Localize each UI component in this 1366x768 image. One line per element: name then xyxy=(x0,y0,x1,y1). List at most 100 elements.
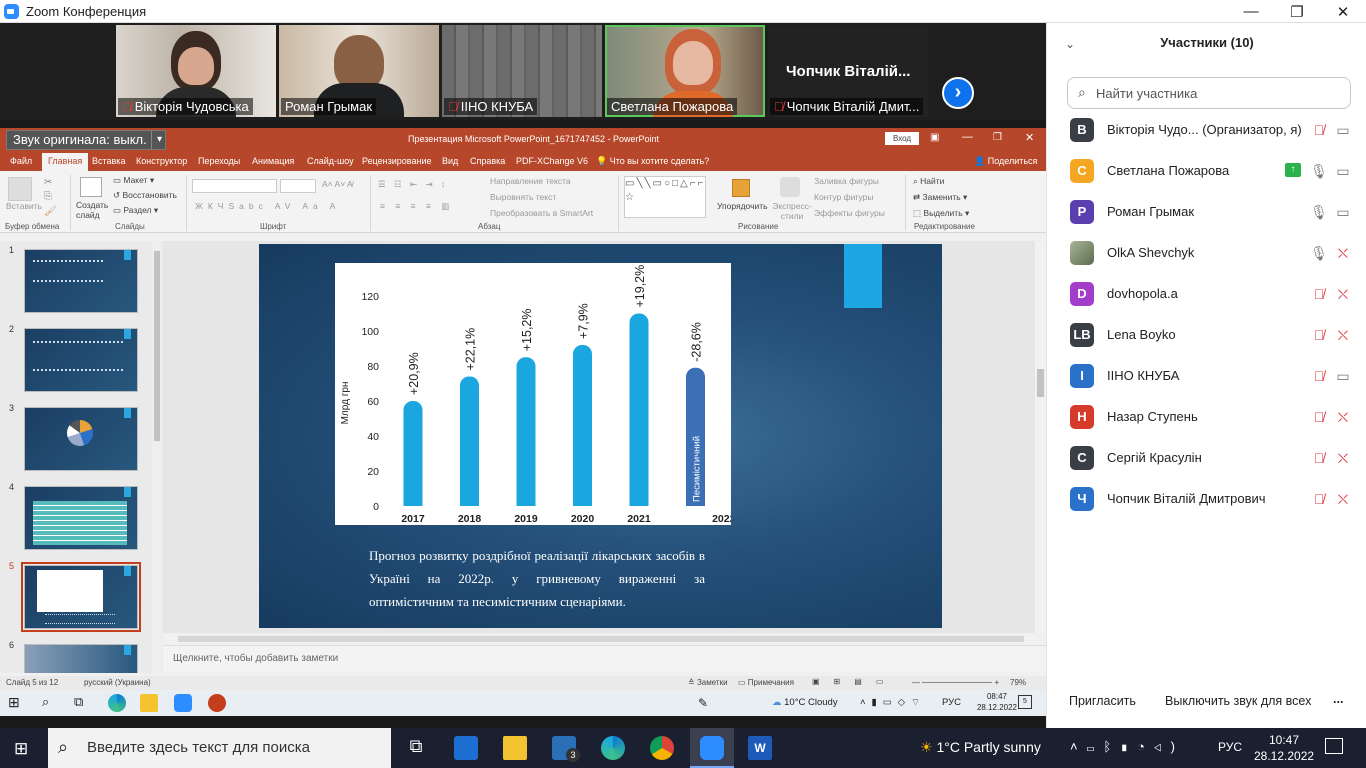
ppt-minimize-button[interactable]: — xyxy=(962,131,973,143)
find-button[interactable]: ⌕ Найти xyxy=(913,176,944,187)
mic-muted-icon[interactable]: 🎙̸ xyxy=(1309,407,1329,427)
participant-row[interactable]: Ч Чопчик Віталій Дмитрович 🎙̸ ⛌ xyxy=(1047,479,1366,520)
participant-row[interactable]: В Вікторія Чудо... (Организатор, я) 🎙̸ ▭ xyxy=(1047,110,1366,151)
slide-thumbnail[interactable] xyxy=(24,407,138,471)
camera-off-icon[interactable]: ⛌ xyxy=(1333,489,1353,509)
share-button[interactable]: 👤 Поделиться xyxy=(974,156,1037,167)
font-format-buttons[interactable]: ЖКЧSabc AV Aa A xyxy=(195,201,340,211)
arrange-icon[interactable] xyxy=(732,179,750,197)
replace-button[interactable]: ⇄ Заменить ▾ xyxy=(913,192,967,203)
edge-icon[interactable] xyxy=(108,694,126,712)
video-tile[interactable]: Чопчик Віталій... 🎙̸ Чопчик Віталій Дмит.… xyxy=(768,25,928,117)
comments-button[interactable]: ▭ Примечания xyxy=(738,678,794,687)
tab-review[interactable]: Рецензирование xyxy=(362,156,432,166)
tab-file[interactable]: Файл xyxy=(10,156,32,166)
word-icon[interactable]: W xyxy=(748,736,772,760)
video-tile-active-speaker[interactable]: Светлана Пожарова xyxy=(605,25,765,117)
search-icon[interactable]: ⌕ xyxy=(42,694,60,712)
tab-slideshow[interactable]: Слайд-шоу xyxy=(307,156,354,166)
windows-start-icon[interactable]: ⊞ xyxy=(8,694,26,712)
store-icon[interactable] xyxy=(454,736,478,760)
font-name-dropdown[interactable] xyxy=(192,179,277,193)
slide-thumbnail[interactable] xyxy=(24,486,138,550)
tab-home[interactable]: Главная xyxy=(42,153,89,171)
tab-help[interactable]: Справка xyxy=(470,156,505,166)
tray-icons[interactable]: ˄▮▭◇⌔ xyxy=(860,697,926,708)
next-page-button[interactable]: › xyxy=(942,77,974,109)
mic-muted-icon[interactable]: 🎙̸ xyxy=(1309,489,1329,509)
participant-row[interactable]: Ddovhopola.a 🎙̸ ⛌ xyxy=(1047,274,1366,315)
mic-muted-icon[interactable]: 🎙̸ xyxy=(1309,366,1329,386)
camera-icon[interactable]: ▭ xyxy=(1333,120,1353,140)
zoom-app-icon[interactable] xyxy=(174,694,192,712)
minimize-button[interactable]: — xyxy=(1228,0,1274,23)
reset-button[interactable]: ↺ Восстановить xyxy=(113,190,177,201)
participant-row[interactable]: I ІІНО КНУБА 🎙̸ ▭ xyxy=(1047,356,1366,397)
slide-thumbnail[interactable] xyxy=(24,644,138,673)
weather-widget[interactable]: ☀ 1°C Partly sunny xyxy=(920,739,1041,756)
powerpoint-app-icon[interactable] xyxy=(208,694,226,712)
edge-icon[interactable] xyxy=(601,736,625,760)
more-options-button[interactable]: ... xyxy=(1333,692,1343,706)
mic-icon[interactable]: 🎙 xyxy=(1309,161,1329,181)
tab-view[interactable]: Вид xyxy=(442,156,458,166)
copy-icon[interactable]: ⎘ xyxy=(44,191,52,202)
shapes-gallery[interactable]: ▭╲╲▭○□△⌐⌐⌐⌐↑↓↕⇨⌒⌒∿{}☆ xyxy=(624,176,706,218)
file-explorer-icon[interactable] xyxy=(140,694,158,712)
font-size-dropdown[interactable] xyxy=(280,179,316,193)
slide-thumbnail[interactable] xyxy=(24,328,138,392)
camera-off-icon[interactable]: ⛌ xyxy=(1333,284,1353,304)
ribbon-display-icon[interactable]: ▣ xyxy=(930,132,939,143)
font-size-buttons[interactable]: A˄ A˅ A̸ xyxy=(322,179,353,189)
chevron-down-icon[interactable]: ▾ xyxy=(151,131,167,149)
ppt-restore-button[interactable]: ❐ xyxy=(993,132,1002,143)
task-view-icon[interactable]: ⧉ xyxy=(404,736,428,760)
mic-icon[interactable]: 🎙 xyxy=(1309,202,1329,222)
tab-insert[interactable]: Вставка xyxy=(92,156,125,166)
new-slide-icon[interactable] xyxy=(80,177,102,197)
pen-icon[interactable]: ✎ xyxy=(698,696,708,710)
camera-icon[interactable]: ▭ xyxy=(1333,366,1353,386)
language-indicator[interactable]: русский (Украина) xyxy=(84,678,151,687)
input-language[interactable]: РУС xyxy=(942,697,961,708)
tell-me-search[interactable]: 💡 Что вы хотите сделать? xyxy=(596,156,709,167)
section-button[interactable]: ▭ Раздел ▾ xyxy=(113,205,158,216)
participant-row[interactable]: С Светлана Пожарова ↑ 🎙 ▭ xyxy=(1047,151,1366,192)
layout-button[interactable]: ▭ Макет ▾ xyxy=(113,175,154,186)
arrange-button[interactable]: Упорядочить xyxy=(717,201,768,211)
participant-row[interactable]: С Сергій Красулін 🎙̸ ⛌ xyxy=(1047,438,1366,479)
video-tile[interactable]: 🎙̸ Вікторія Чудовська xyxy=(116,25,276,117)
align-text-button[interactable]: Выровнять текст xyxy=(490,192,556,202)
participant-row[interactable]: Н Назар Ступень 🎙̸ ⛌ xyxy=(1047,397,1366,438)
slide-thumbnail[interactable] xyxy=(24,249,138,313)
chrome-icon[interactable] xyxy=(650,736,674,760)
remote-clock[interactable]: 08:47 28.12.2022 xyxy=(974,691,1020,713)
select-button[interactable]: ⬚ Выделить ▾ xyxy=(913,208,969,219)
close-button[interactable]: ✕ xyxy=(1320,0,1366,23)
system-clock[interactable]: 10:47 28.12.2022 xyxy=(1254,732,1314,764)
participant-row[interactable]: OlkA Shevchyk 🎙 ⛌ xyxy=(1047,233,1366,274)
shape-outline-button[interactable]: Контур фигуры xyxy=(814,192,873,202)
file-explorer-icon[interactable] xyxy=(503,736,527,760)
slide-thumbnail-selected[interactable] xyxy=(21,562,141,632)
mic-muted-icon[interactable]: 🎙̸ xyxy=(1309,325,1329,345)
restore-button[interactable]: ❐ xyxy=(1274,0,1320,23)
camera-off-icon[interactable]: ⛌ xyxy=(1333,243,1353,263)
notifications-icon[interactable]: 5 xyxy=(1018,695,1032,709)
format-painter-icon[interactable]: 🖌 xyxy=(44,206,57,217)
shape-fill-button[interactable]: Заливка фигуры xyxy=(814,176,879,186)
video-tile[interactable]: 🎙̸ ІІНО КНУБА xyxy=(442,25,602,117)
camera-off-icon[interactable]: ⛌ xyxy=(1333,325,1353,345)
weather-widget[interactable]: ☁ 10°C Cloudy xyxy=(772,697,838,708)
mail-icon[interactable]: 3 xyxy=(552,736,580,762)
camera-off-icon[interactable]: ⛌ xyxy=(1333,407,1353,427)
video-tile[interactable]: Роман Грымак xyxy=(279,25,439,117)
paste-icon[interactable] xyxy=(8,177,32,201)
slide-vertical-scrollbar[interactable] xyxy=(1035,241,1046,633)
camera-icon[interactable]: ▭ xyxy=(1333,202,1353,222)
alignment-buttons[interactable]: ≡ ≡ ≡ ≡ ▥ xyxy=(380,201,453,212)
new-slide-button[interactable]: Создать слайд xyxy=(76,200,108,220)
mute-all-button[interactable]: Выключить звук для всех xyxy=(1165,694,1311,708)
mic-muted-icon[interactable]: 🎙̸ xyxy=(1309,448,1329,468)
tab-design[interactable]: Конструктор xyxy=(136,156,187,166)
